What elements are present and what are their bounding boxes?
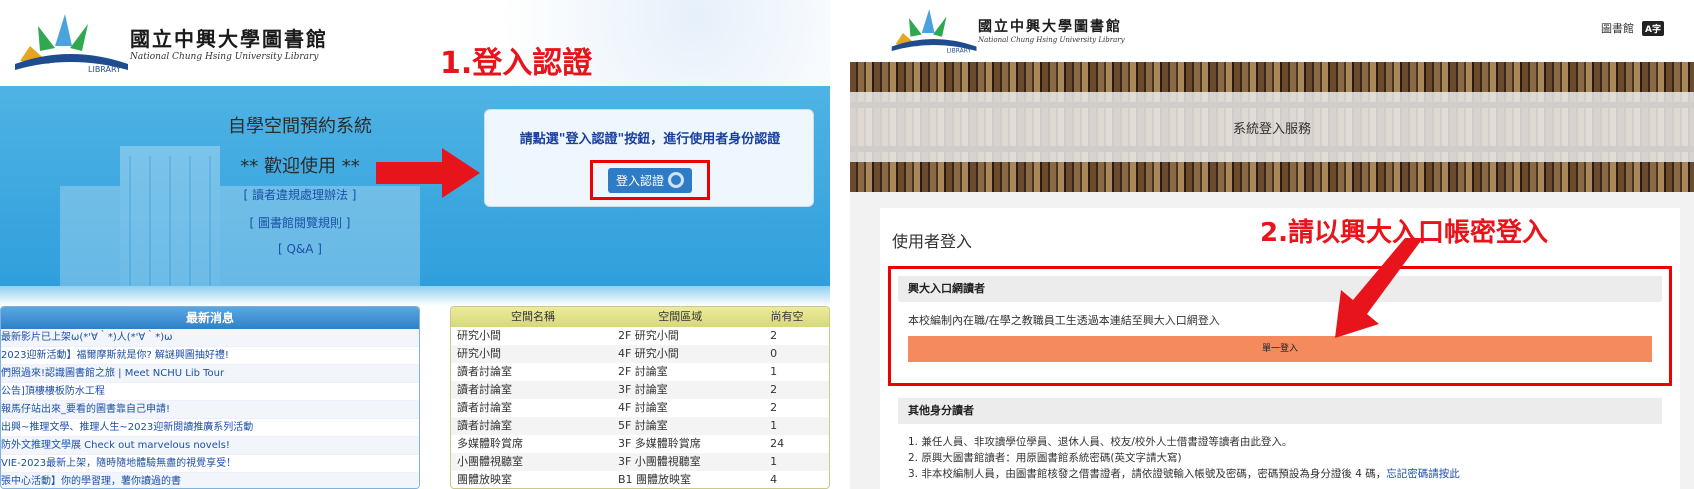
available-cell: 1 — [770, 455, 778, 468]
panel-divider — [830, 0, 850, 489]
other-instructions: 1. 兼任人員、非攻讀學位學員、退休人員、校友/校外人士借書證等讀者由此登入。 … — [908, 434, 1460, 482]
available-cell: 2 — [770, 329, 778, 342]
login-card: 使用者登入 興大入口網讀者 本校編制內在職/在學之教職員工生透過本連結至興大入口… — [880, 208, 1680, 489]
available-cell: 2 — [770, 383, 778, 396]
news-item[interactable]: 張中心活動】你的學習理，薯你讀過的書 — [1, 473, 419, 488]
login-auth-button[interactable]: 登入認證 — [607, 167, 692, 193]
right-screenshot: LIBRARY 國立中興大學圖書館 National Chung Hsing U… — [850, 0, 1694, 489]
space-row[interactable]: 讀者討論室 5F 討論室 1 — [451, 417, 829, 435]
space-area-cell: 3F 小團體視聽室 — [617, 455, 701, 468]
news-item[interactable]: 防外文推理文學展 Check out marvelous novels! — [1, 437, 419, 455]
header-tools: 圖書館 A字 — [1601, 20, 1664, 36]
space-name-cell: 讀者討論室 — [457, 383, 512, 396]
space-name-cell: 研究小間 — [457, 347, 501, 360]
available-cell: 24 — [770, 437, 785, 450]
right-header: LIBRARY 國立中興大學圖書館 National Chung Hsing U… — [850, 0, 1694, 62]
library-name-zh: 國立中興大學圖書館 — [130, 26, 328, 51]
hero-title: 系統登入服務 — [850, 92, 1694, 162]
svg-text:LIBRARY: LIBRARY — [88, 65, 121, 74]
library-logo-right[interactable]: LIBRARY 國立中興大學圖書館 National Chung Hsing U… — [888, 2, 1125, 58]
qa-link[interactable]: [ Q&A ] — [0, 242, 600, 256]
portal-description: 本校編制內在職/在學之教職員工生透過本連結至興大入口網登入 — [908, 314, 1220, 327]
library-link[interactable]: 圖書館 — [1601, 20, 1634, 36]
space-area-cell: 3F 多媒體聆賞席 — [617, 437, 701, 450]
space-table-header: 空間名稱 空間區域 尚有空 — [451, 307, 829, 327]
sso-login-button[interactable]: 單一登入 — [908, 336, 1652, 362]
available-cell: 4 — [770, 473, 778, 486]
news-item[interactable]: VIE-2023最新上架，隨時隨地體驗無盡的視覺享受！ — [1, 455, 419, 473]
space-name-cell: 小團體視聽室 — [457, 455, 523, 468]
step1-title: 1.登入認證 — [440, 46, 593, 81]
forgot-password-link[interactable]: 忘記密碼請按此 — [1386, 468, 1460, 480]
space-area-cell: 4F 討論室 — [617, 401, 668, 414]
news-header: 最新消息 — [1, 307, 419, 329]
library-logo-icon: LIBRARY — [10, 6, 130, 78]
news-panel: 最新消息 最新影片已上架ω(*'∀｀*)人(*'∀｀*)ω 2023迎新活動】福爾… — [0, 306, 420, 489]
library-name-zh: 國立中興大學圖書館 — [978, 19, 1122, 35]
space-row[interactable]: 讀者討論室 3F 討論室 2 — [451, 381, 829, 399]
space-area-cell: 3F 討論室 — [617, 383, 668, 396]
hero-bookshelf-image: 系統登入服務 — [850, 62, 1694, 192]
col-space-area: 空間區域 — [658, 310, 703, 323]
available-cell: 1 — [770, 419, 778, 432]
library-building-illustration — [60, 146, 420, 286]
other-section-header: 其他身分讀者 — [898, 398, 1662, 424]
language-icon[interactable]: A字 — [1642, 20, 1664, 36]
auth-box: 請點選"登入認證"按鈕，進行使用者身份認證 登入認證 — [484, 109, 814, 207]
news-item[interactable]: 公告]頂樓樓板防水工程 — [1, 383, 419, 401]
news-item[interactable]: 出興~推理文學、推理人生~2023迎新閱讀推廣系列活動 — [1, 419, 419, 437]
library-name-en: National Chung Hsing University Library — [130, 51, 319, 62]
library-logo-icon: LIBRARY — [888, 2, 978, 58]
news-item[interactable]: 報馬仔站出來_要看的圖書靠自己申請! — [1, 401, 419, 419]
space-name-cell: 讀者討論室 — [457, 365, 512, 378]
space-name-cell: 讀者討論室 — [457, 401, 512, 414]
space-area-cell: 2F 研究小間 — [617, 329, 679, 342]
space-name-cell: 團體放映室 — [457, 473, 512, 486]
news-item[interactable]: 最新影片已上架ω(*'∀｀*)人(*'∀｀*)ω — [1, 329, 419, 347]
space-row[interactable]: 研究小間 4F 研究小間 0 — [451, 345, 829, 363]
col-space-name: 空間名稱 — [511, 310, 555, 323]
login-auth-label: 登入認證 — [615, 173, 664, 188]
col-available: 尚有空 — [770, 310, 804, 323]
space-row[interactable]: 讀者討論室 4F 討論室 2 — [451, 399, 829, 417]
space-row[interactable]: 多媒體聆賞席 3F 多媒體聆賞席 24 — [451, 435, 829, 453]
space-row[interactable]: 團體放映室 B1 團體放映室 4 — [451, 471, 829, 488]
left-header: LIBRARY 國立中興大學圖書館 National Chung Hsing U… — [0, 0, 830, 86]
auth-highlight-box: 登入認證 — [590, 160, 710, 200]
available-cell: 0 — [770, 347, 778, 360]
instruction-line: 1. 兼任人員、非攻讀學位學員、退休人員、校友/校外人士借書證等讀者由此登入。 — [908, 436, 1293, 448]
auth-message: 請點選"登入認證"按鈕，進行使用者身份認證 — [519, 132, 781, 147]
svg-text:LIBRARY: LIBRARY — [947, 48, 972, 55]
space-row[interactable]: 讀者討論室 2F 討論室 1 — [451, 363, 829, 381]
space-area-cell: 4F 研究小間 — [617, 347, 679, 360]
space-name-cell: 多媒體聆賞席 — [457, 437, 523, 450]
available-cell: 2 — [770, 401, 778, 414]
library-logo[interactable]: LIBRARY 國立中興大學圖書館 National Chung Hsing U… — [10, 6, 328, 78]
instruction-line: 2. 原興大圖書館讀者：用原圖書館系統密碼(英文字請大寫) — [908, 452, 1182, 464]
card-title: 使用者登入 — [892, 232, 973, 251]
space-area-cell: B1 團體放映室 — [617, 473, 692, 486]
library-name-en: National Chung Hsing University Library — [978, 36, 1125, 44]
left-screenshot: LIBRARY 國立中興大學圖書館 National Chung Hsing U… — [0, 0, 830, 489]
available-cell: 1 — [770, 365, 778, 378]
red-arrow-right-icon — [376, 148, 480, 198]
instruction-line: 3. 非本校編制人員，由圖書館核發之借書證者，請依證號輸入帳號及密碼，密碼預設為… — [908, 468, 1460, 480]
red-arrow-down-icon — [1335, 238, 1423, 338]
space-name-cell: 讀者討論室 — [457, 419, 512, 432]
space-area-cell: 5F 討論室 — [617, 419, 668, 432]
space-row[interactable]: 研究小間 2F 研究小間 2 — [451, 327, 829, 345]
banner-fade — [0, 286, 830, 306]
space-table: 空間名稱 空間區域 尚有空 研究小間 2F 研究小間 2 研究小間 4F 研究小間 0 讀者… — [450, 306, 830, 489]
space-name-cell: 研究小間 — [457, 329, 501, 342]
reading-rules-link[interactable]: [ 圖書館閱覽規則 ] — [0, 214, 600, 231]
news-item[interactable]: 2023迎新活動】福爾摩斯就是你? 解謎興圖抽好禮! — [1, 347, 419, 365]
news-item[interactable]: 們照過來!認識圖書館之旅 | Meet NCHU Lib Tour — [1, 365, 419, 383]
space-row[interactable]: 小團體視聽室 3F 小團體視聽室 1 — [451, 453, 829, 471]
space-area-cell: 2F 討論室 — [617, 365, 668, 378]
portal-section-header: 興大入口網讀者 — [898, 276, 1662, 302]
gear-icon — [668, 172, 684, 188]
